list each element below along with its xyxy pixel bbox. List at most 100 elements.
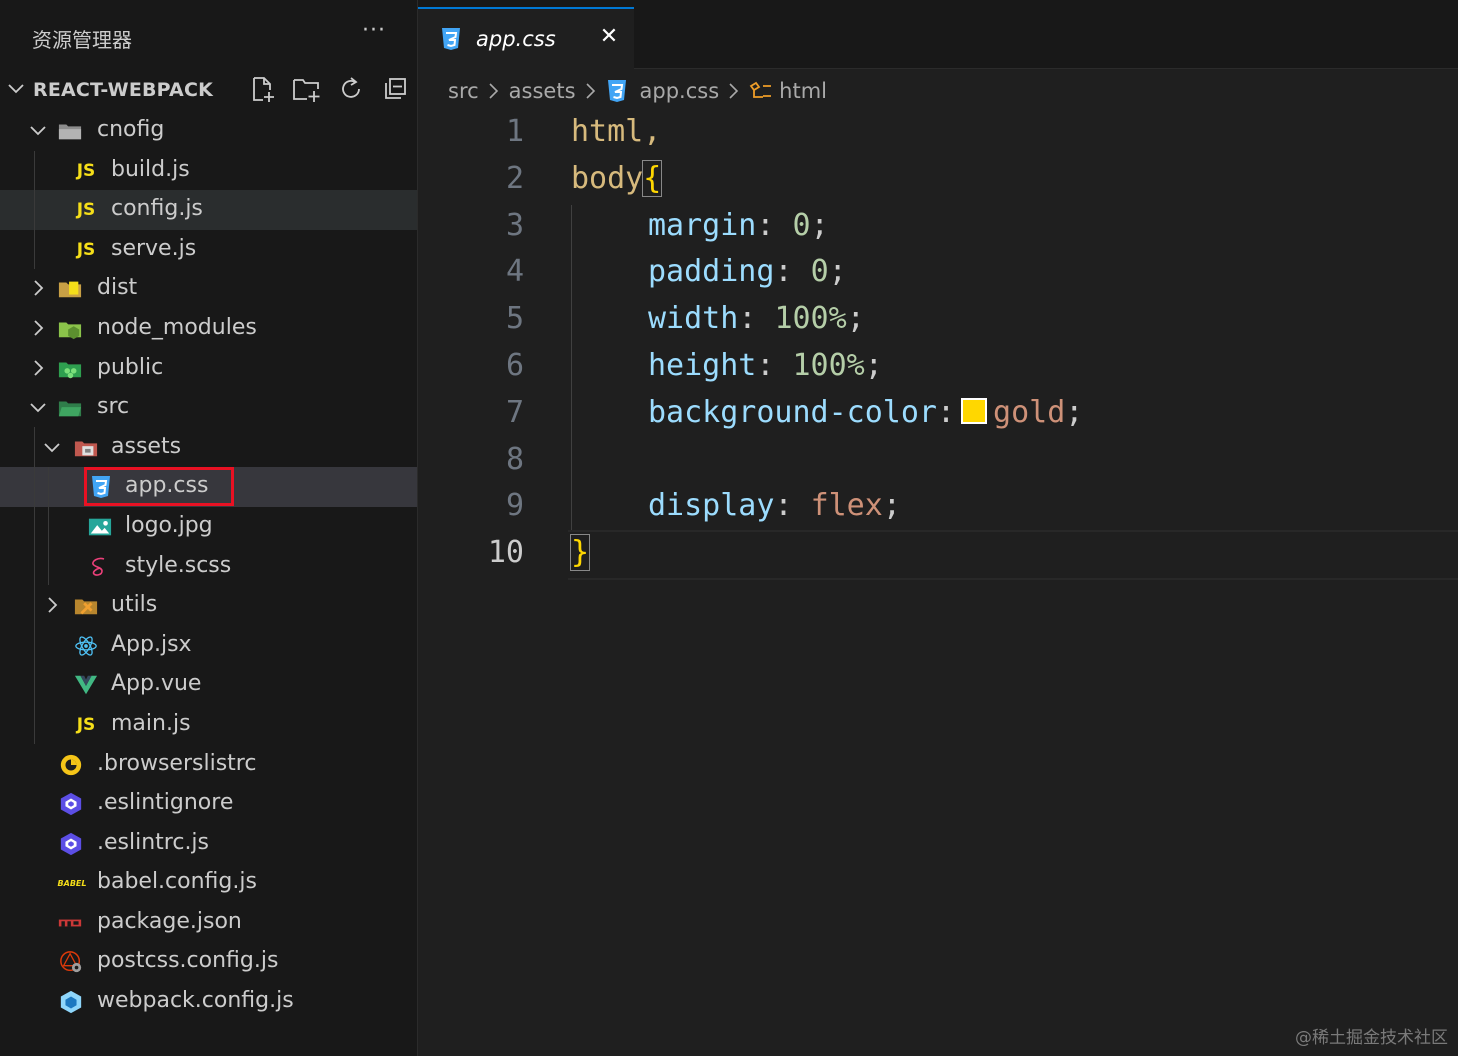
tree-file-package-json[interactable]: package.json xyxy=(0,903,417,943)
code-text: body{ xyxy=(571,159,663,197)
tree-item-label: main.js xyxy=(111,710,191,736)
tree-item-label: cnofig xyxy=(97,117,165,142)
tree-item-label: serve.js xyxy=(111,235,197,261)
folder-public-icon xyxy=(58,357,82,381)
tree-item-label: webpack.config.js xyxy=(97,988,294,1014)
tree-file-app-jsx[interactable]: App.jsx xyxy=(0,626,417,666)
folder-node-icon xyxy=(58,317,82,341)
chevron-down-icon xyxy=(30,126,46,136)
tree-file-webpack-config-js[interactable]: webpack.config.js xyxy=(0,982,417,1022)
indent-guide xyxy=(34,427,35,744)
punctuation-token: ; xyxy=(864,347,883,383)
property-token: margin xyxy=(648,207,757,243)
punctuation-token: ; xyxy=(882,488,901,524)
punctuation-token: : xyxy=(756,347,793,383)
indent-guide xyxy=(34,151,35,269)
value-token: flex xyxy=(810,488,883,524)
tree-file-style-scss[interactable]: style.scss xyxy=(0,547,417,587)
punctuation-token: ; xyxy=(846,301,865,337)
tree-folder-src[interactable]: src xyxy=(0,388,417,428)
folder-assets-icon xyxy=(74,436,98,460)
punctuation-token: ; xyxy=(810,207,829,243)
webpack-icon xyxy=(59,990,83,1014)
code-text: width: 100%; xyxy=(648,301,865,336)
tree-file-config-js[interactable]: JS config.js xyxy=(0,190,417,230)
tree-file-serve-js[interactable]: JS serve.js xyxy=(0,230,417,270)
tree-file-main-js[interactable]: JS main.js xyxy=(0,705,417,745)
close-icon[interactable]: ✕ xyxy=(596,23,622,49)
code-line[interactable]: 1 html, xyxy=(418,110,1458,157)
punctuation-token: : xyxy=(756,207,793,243)
tree-folder-node-modules[interactable]: node_modules xyxy=(0,309,417,349)
brace-token: { xyxy=(642,159,663,197)
tab-bar: app.css ✕ xyxy=(418,0,1458,69)
code-line[interactable]: 10 } xyxy=(418,531,1458,578)
line-number: 9 xyxy=(505,488,524,524)
selector-token: body xyxy=(571,160,644,196)
tree-item-label: .eslintignore xyxy=(97,790,234,816)
tree-item-label: src xyxy=(97,394,130,420)
new-file-icon[interactable] xyxy=(248,74,278,104)
color-swatch[interactable] xyxy=(961,397,988,424)
js-icon: JS xyxy=(76,714,96,735)
folder-src-icon xyxy=(58,396,82,420)
file-tree: cnofig JS build.js JS config.js JS serve… xyxy=(0,111,417,1022)
line-number: 6 xyxy=(505,347,524,383)
tree-file-build-js[interactable]: JS build.js xyxy=(0,151,417,191)
line-number: 7 xyxy=(505,394,524,430)
tree-folder-public[interactable]: public xyxy=(0,349,417,389)
code-line[interactable]: 8 xyxy=(418,438,1458,485)
scss-icon xyxy=(88,555,112,579)
breadcrumb-item[interactable]: app.css xyxy=(640,79,720,103)
tree-file-browserslistrc[interactable]: .browserslistrc xyxy=(0,745,417,785)
code-line[interactable]: 9 display: flex; xyxy=(418,484,1458,531)
chevron-down-icon xyxy=(44,443,60,453)
tree-file-postcss-config-js[interactable]: postcss.config.js xyxy=(0,942,417,982)
tree-item-label: config.js xyxy=(111,196,203,222)
property-token: width xyxy=(648,301,739,337)
code-line[interactable]: 7 background-color: gold; xyxy=(418,391,1458,438)
code-line[interactable]: 5 width: 100%; xyxy=(418,297,1458,344)
new-folder-icon[interactable] xyxy=(292,74,322,104)
breadcrumb-item[interactable]: assets xyxy=(509,79,576,103)
chevron-down-icon xyxy=(8,84,24,94)
code-line[interactable]: 6 height: 100%; xyxy=(418,344,1458,391)
tree-item-label: postcss.config.js xyxy=(97,948,279,974)
tree-item-label: babel.config.js xyxy=(97,869,257,895)
code-line[interactable]: 4 padding: 0; xyxy=(418,250,1458,297)
browserslist-icon xyxy=(59,753,83,777)
project-header[interactable]: REACT-WEBPACK xyxy=(0,72,417,108)
tree-item-label: dist xyxy=(97,275,138,301)
explorer-header: 资源管理器 ··· xyxy=(0,0,417,76)
code-line[interactable]: 2 body{ xyxy=(418,157,1458,204)
tree-item-label: App.jsx xyxy=(111,631,192,657)
tree-file-eslintrc-js[interactable]: .eslintrc.js xyxy=(0,824,417,864)
number-token: 100% xyxy=(792,347,865,383)
code-line[interactable]: 3 margin: 0; xyxy=(418,204,1458,251)
punctuation-token: : xyxy=(774,488,811,524)
punctuation-token: : xyxy=(774,254,811,290)
more-actions-icon[interactable]: ··· xyxy=(362,18,386,43)
tree-item-label: package.json xyxy=(97,908,242,934)
breadcrumb-item[interactable]: html xyxy=(779,79,827,103)
tree-file-app-vue[interactable]: App.vue xyxy=(0,665,417,705)
tree-item-label: .eslintrc.js xyxy=(97,829,210,855)
refresh-icon[interactable] xyxy=(336,74,366,104)
property-token: background-color xyxy=(648,394,937,430)
tree-folder-cnofig[interactable]: cnofig xyxy=(0,111,417,151)
tree-folder-assets[interactable]: assets xyxy=(0,428,417,468)
code-editor[interactable]: 1 html, 2 body{ 3 margin: 0; 4 padding: … xyxy=(418,110,1458,580)
tree-file-logo-jpg[interactable]: logo.jpg xyxy=(0,507,417,547)
breadcrumb-item[interactable]: src xyxy=(448,79,479,103)
tree-folder-utils[interactable]: utils xyxy=(0,586,417,626)
code-text: padding: 0; xyxy=(648,254,847,289)
chevron-down-icon xyxy=(30,403,46,413)
js-icon: JS xyxy=(76,239,96,260)
collapse-all-icon[interactable] xyxy=(380,74,410,104)
highlight-box xyxy=(84,467,234,506)
tab-app-css[interactable]: app.css ✕ xyxy=(418,7,634,69)
symbol-selector-icon xyxy=(749,80,773,102)
tree-file-eslintignore[interactable]: .eslintignore xyxy=(0,784,417,824)
tree-folder-dist[interactable]: dist xyxy=(0,269,417,309)
tree-file-babel-config-js[interactable]: BABEL babel.config.js xyxy=(0,863,417,903)
